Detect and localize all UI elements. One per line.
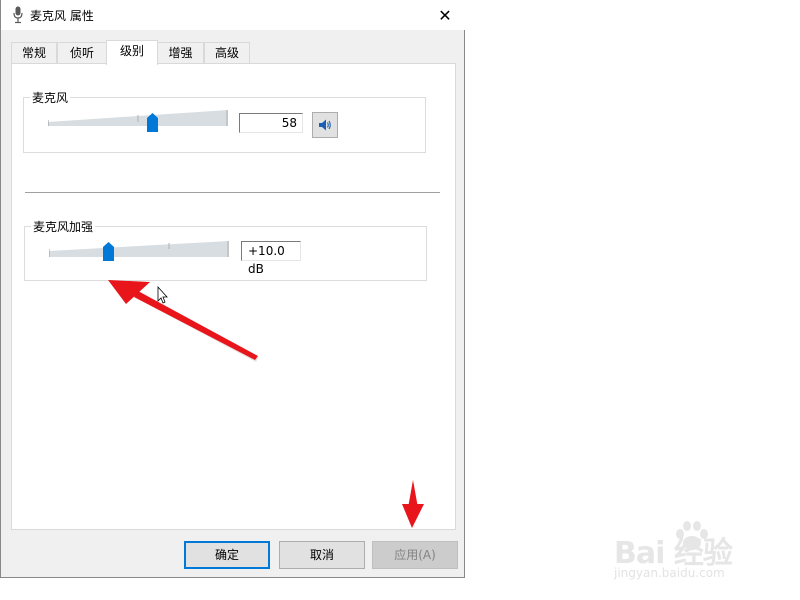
slider-thumb[interactable] bbox=[103, 242, 115, 261]
microphone-boost-value[interactable]: +10.0 dB bbox=[241, 241, 301, 276]
apply-button[interactable]: 应用(A) bbox=[372, 541, 458, 569]
microphone-level-text: 58 bbox=[281, 116, 297, 130]
slider-track bbox=[49, 241, 229, 257]
title-bar: 麦克风 属性 ✕ bbox=[1, 0, 465, 30]
apply-button-label: 应用(A) bbox=[394, 548, 436, 562]
ok-button-label: 确定 bbox=[214, 548, 239, 562]
watermark-url-text: jingyan.baidu.com bbox=[614, 566, 725, 580]
tab-label: 增强 bbox=[168, 46, 193, 60]
cancel-button[interactable]: 取消 bbox=[279, 541, 365, 569]
tab-label: 侦听 bbox=[69, 46, 94, 60]
microphone-boost-text: +10.0 dB bbox=[248, 244, 285, 276]
microphone-group-label: 麦克风 bbox=[30, 89, 71, 106]
cancel-button-label: 取消 bbox=[309, 548, 334, 562]
microphone-boost-group: 麦克风加强 +10.0 dB bbox=[24, 218, 427, 281]
tab-label: 常规 bbox=[21, 46, 46, 60]
tab-levels[interactable]: 级别 bbox=[106, 40, 158, 65]
close-button[interactable]: ✕ bbox=[425, 0, 465, 30]
tab-enhancements[interactable]: 增强 bbox=[157, 42, 204, 63]
microphone-boost-label: 麦克风加强 bbox=[31, 218, 96, 235]
levels-panel: 麦克风 58 麦克风加强 +10.0 dB bbox=[11, 63, 456, 530]
ok-button[interactable]: 确定 bbox=[184, 541, 270, 569]
section-divider bbox=[25, 192, 440, 193]
mute-button[interactable] bbox=[312, 112, 338, 138]
close-icon: ✕ bbox=[438, 5, 452, 25]
microphone-level-value[interactable]: 58 bbox=[239, 113, 303, 133]
microphone-group: 麦克风 58 bbox=[23, 89, 426, 153]
watermark: Bai 经验 jingyan.baidu.com bbox=[612, 518, 762, 582]
properties-dialog: 麦克风 属性 ✕ 常规 侦听 级别 增强 高级 麦克风 58 麦克风加强 +10… bbox=[0, 0, 465, 578]
window-title: 麦克风 属性 bbox=[30, 9, 94, 23]
slider-thumb[interactable] bbox=[146, 113, 158, 132]
microphone-icon bbox=[13, 6, 23, 24]
slider-track bbox=[48, 110, 228, 126]
microphone-boost-slider[interactable] bbox=[49, 239, 229, 261]
tab-listen[interactable]: 侦听 bbox=[57, 42, 107, 63]
tab-general[interactable]: 常规 bbox=[11, 42, 57, 63]
tab-advanced[interactable]: 高级 bbox=[204, 42, 250, 63]
speaker-icon bbox=[319, 119, 331, 131]
tab-label: 高级 bbox=[214, 46, 239, 60]
tab-label: 级别 bbox=[119, 44, 144, 58]
microphone-level-slider[interactable] bbox=[48, 110, 228, 132]
